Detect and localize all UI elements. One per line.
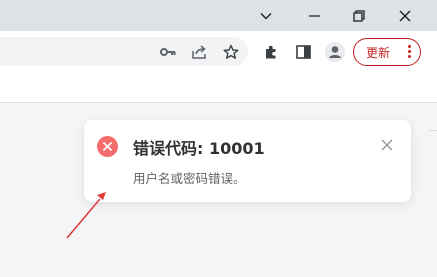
annotation-arrow (66, 192, 106, 239)
